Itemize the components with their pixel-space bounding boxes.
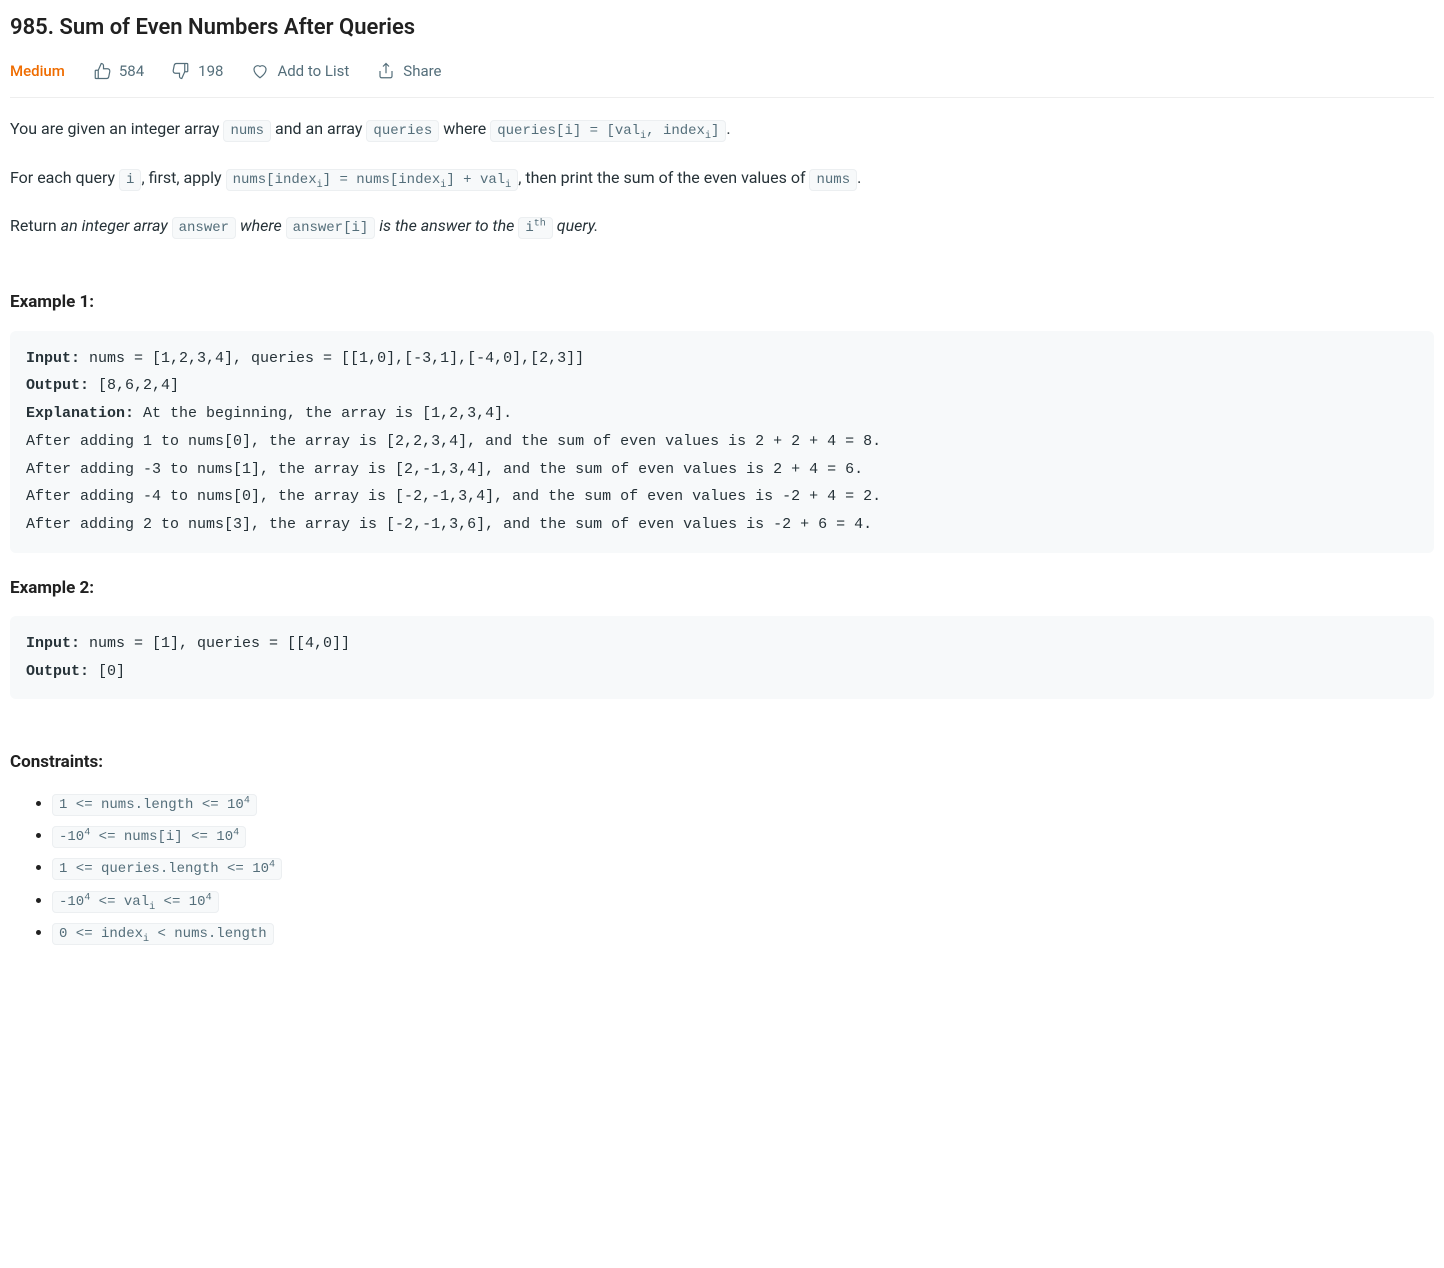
text: .	[726, 119, 730, 138]
code-inline: answer[i]	[286, 217, 376, 239]
text: [8,6,2,4]	[89, 377, 179, 394]
label: Output:	[26, 377, 89, 394]
add-to-list-button[interactable]: Add to List	[251, 59, 349, 83]
label: Output:	[26, 663, 89, 680]
text: where	[439, 119, 490, 138]
text: and an array	[271, 119, 366, 138]
text: where	[236, 216, 286, 235]
code-inline: -104 <= vali <= 104	[52, 891, 219, 913]
code-inline: i	[119, 169, 141, 191]
code-inline: answer	[172, 217, 236, 239]
label: Explanation:	[26, 405, 134, 422]
share-button[interactable]: Share	[377, 59, 441, 83]
code-inline: nums	[809, 169, 857, 191]
text: , then print the sum of the even values …	[518, 168, 809, 187]
label: Input:	[26, 635, 80, 652]
text: query.	[553, 216, 599, 235]
code-inline: ith	[518, 217, 553, 239]
code-inline: -104 <= nums[i] <= 104	[52, 826, 246, 848]
constraint-item: -104 <= nums[i] <= 104	[52, 823, 1434, 848]
constraint-item: 0 <= indexi < nums.length	[52, 920, 1434, 945]
constraints-heading: Constraints:	[10, 749, 1434, 776]
add-to-list-label: Add to List	[277, 59, 349, 83]
code-inline: nums[indexi] = nums[indexi] + vali	[226, 169, 519, 191]
desc-paragraph: Return an integer array answer where ans…	[10, 213, 1434, 239]
text: Return	[10, 216, 61, 235]
share-icon	[377, 62, 395, 80]
problem-title: 985. Sum of Even Numbers After Queries	[10, 10, 1434, 45]
code-inline: queries	[366, 120, 439, 142]
label: Input:	[26, 350, 80, 367]
text: At the beginning, the array is [1,2,3,4]…	[26, 405, 881, 533]
heart-icon	[251, 62, 269, 80]
constraints-list: 1 <= nums.length <= 104 -104 <= nums[i] …	[10, 791, 1434, 946]
constraint-item: 1 <= nums.length <= 104	[52, 791, 1434, 816]
text: is the answer to the	[375, 216, 518, 235]
desc-paragraph: You are given an integer array nums and …	[10, 116, 1434, 142]
share-label: Share	[403, 59, 441, 83]
text: [0]	[89, 663, 125, 680]
example-block: Input: nums = [1,2,3,4], queries = [[1,0…	[10, 331, 1434, 553]
dislike-button[interactable]: 198	[172, 59, 223, 83]
code-inline: 1 <= nums.length <= 104	[52, 794, 257, 816]
code-inline: nums	[223, 120, 271, 142]
problem-description: You are given an integer array nums and …	[10, 116, 1434, 239]
example-heading: Example 1:	[10, 289, 1434, 316]
desc-paragraph: For each query i, first, apply nums[inde…	[10, 165, 1434, 191]
thumbs-up-icon	[93, 62, 111, 80]
text: , first, apply	[141, 168, 225, 187]
text: nums = [1,2,3,4], queries = [[1,0],[-3,1…	[80, 350, 584, 367]
example-block: Input: nums = [1], queries = [[4,0]] Out…	[10, 616, 1434, 700]
constraint-item: -104 <= vali <= 104	[52, 888, 1434, 913]
dislike-count: 198	[198, 59, 223, 83]
code-inline: 1 <= queries.length <= 104	[52, 858, 282, 880]
text: an integer array	[61, 216, 172, 235]
code-inline: 0 <= indexi < nums.length	[52, 923, 274, 945]
text: For each query	[10, 168, 119, 187]
constraint-item: 1 <= queries.length <= 104	[52, 855, 1434, 880]
meta-row: Medium 584 198 Add to List Share	[10, 59, 1434, 98]
text: .	[857, 168, 861, 187]
text: You are given an integer array	[10, 119, 223, 138]
example-heading: Example 2:	[10, 575, 1434, 602]
thumbs-down-icon	[172, 62, 190, 80]
text: nums = [1], queries = [[4,0]]	[80, 635, 350, 652]
code-inline: queries[i] = [vali, indexi]	[490, 120, 726, 142]
like-button[interactable]: 584	[93, 59, 144, 83]
like-count: 584	[119, 59, 144, 83]
difficulty-badge: Medium	[10, 59, 65, 83]
